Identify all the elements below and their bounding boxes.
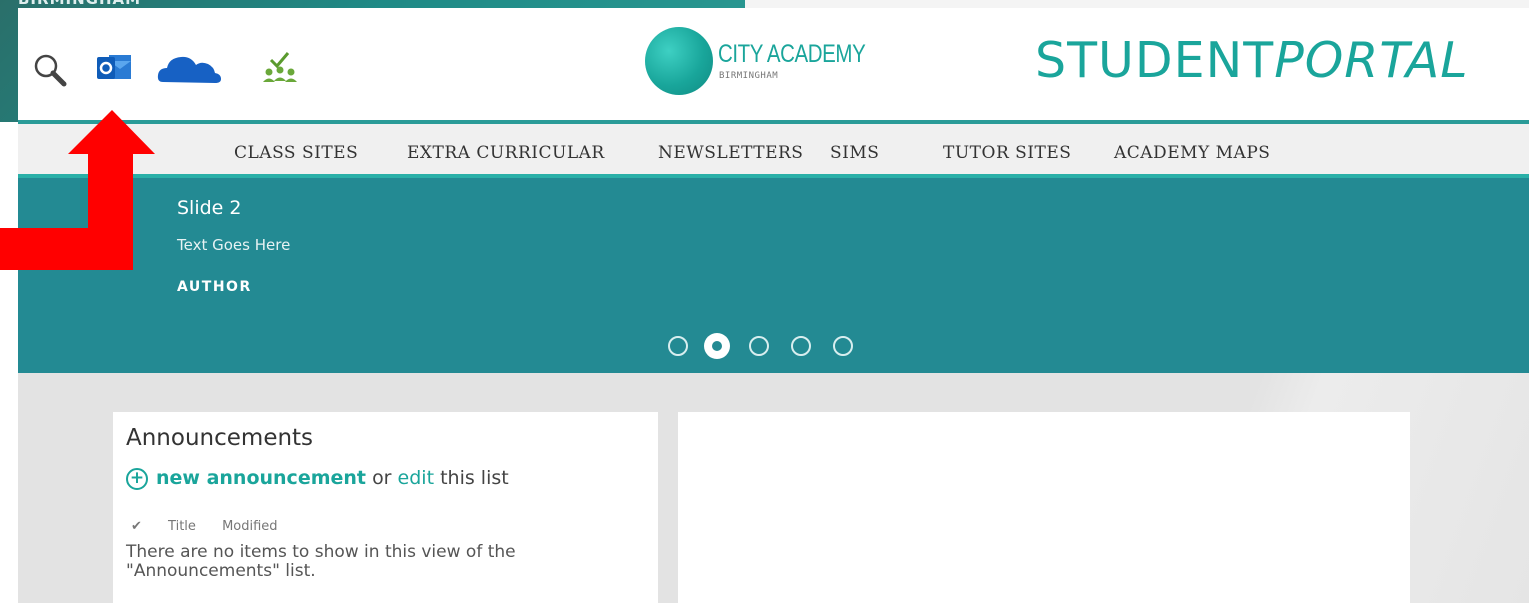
add-icon[interactable]: +: [126, 468, 148, 490]
slide-text: Text Goes Here: [177, 236, 291, 254]
academy-location: BIRMINGHAM: [719, 71, 779, 81]
nav-item-newsletters[interactable]: NEWSLETTERS: [658, 143, 803, 163]
slide-author: AUTHOR: [177, 279, 252, 295]
announcements-actions: new announcement or edit this list: [156, 467, 509, 489]
new-announcement-link[interactable]: new announcement: [156, 467, 366, 489]
academy-name[interactable]: CITY ACADEMY: [718, 40, 866, 69]
empty-list-message: There are no items to show in this view …: [126, 542, 516, 581]
announcements-title: Announcements: [126, 425, 314, 451]
hero-slider: [18, 174, 1529, 373]
background-top-strip: [745, 0, 1529, 8]
red-arrow-annotation: [0, 110, 155, 270]
modified-column-header[interactable]: Modified: [222, 519, 277, 534]
title-column-header[interactable]: Title: [168, 519, 196, 534]
or-text: or: [372, 467, 392, 489]
people-check-icon[interactable]: [260, 50, 300, 90]
nav-item-sims[interactable]: SIMS: [830, 143, 879, 163]
slide-title: Slide 2: [177, 197, 242, 219]
slider-dot-5[interactable]: [833, 336, 853, 356]
check-column-icon[interactable]: ✔: [131, 519, 142, 534]
list-column-headers: ✔ Title Modified: [131, 519, 300, 534]
slider-dot-2[interactable]: [704, 333, 730, 359]
portal-title-b: PORTAL: [1274, 32, 1469, 89]
onedrive-icon[interactable]: [155, 50, 225, 86]
nav-item-extra-curricular[interactable]: EXTRA CURRICULAR: [407, 143, 605, 163]
search-icon[interactable]: [33, 53, 73, 93]
nav-item-academy-maps[interactable]: ACADEMY MAPS: [1114, 143, 1270, 163]
slider-dot-4[interactable]: [791, 336, 811, 356]
nav-item-class-sites[interactable]: CLASS SITES: [234, 143, 358, 163]
background-partial-text: BIRMINGHAM: [18, 0, 141, 8]
outlook-icon[interactable]: [95, 51, 135, 85]
this-list-text: this list: [440, 467, 509, 489]
portal-title-a: STUDENT: [1035, 32, 1275, 89]
portal-title: STUDENTPORTAL: [1035, 32, 1469, 89]
nav-item-tutor-sites[interactable]: TUTOR SITES: [943, 143, 1071, 163]
edit-list-link[interactable]: edit: [398, 467, 434, 489]
academy-logo-icon[interactable]: [645, 27, 713, 95]
slider-dot-3[interactable]: [749, 336, 769, 356]
slider-dot-1[interactable]: [668, 336, 688, 356]
right-panel: [678, 412, 1410, 603]
